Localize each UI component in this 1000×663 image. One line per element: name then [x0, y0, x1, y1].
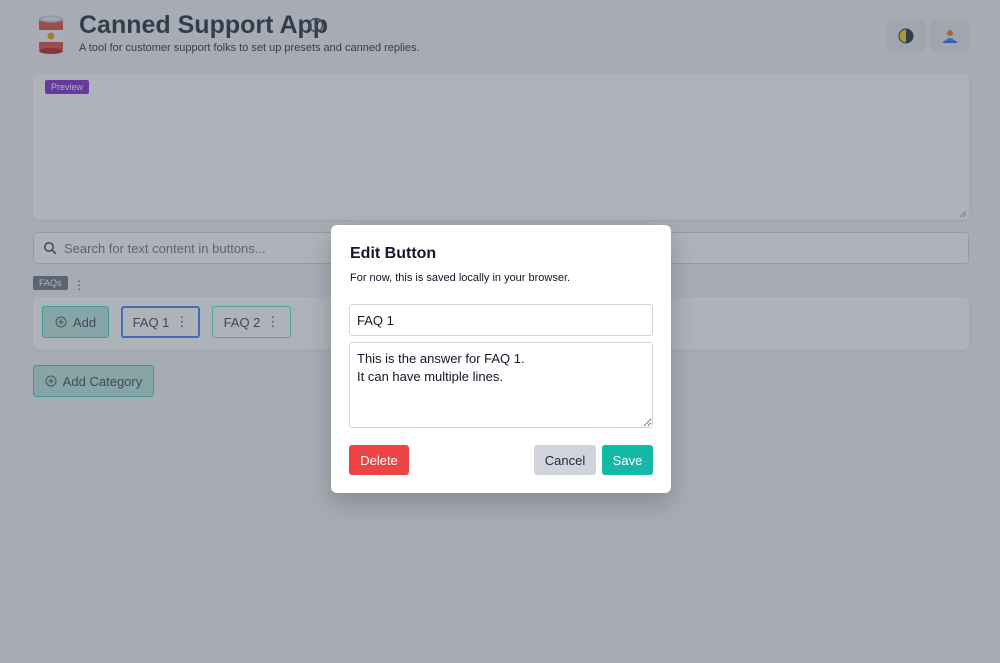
delete-button[interactable]: Delete — [349, 445, 409, 475]
save-button[interactable]: Save — [602, 445, 653, 475]
button-content-textarea[interactable]: This is the answer for FAQ 1. It can hav… — [349, 342, 653, 428]
button-label-input[interactable] — [349, 304, 653, 336]
edit-button-modal: Edit Button For now, this is saved local… — [331, 225, 671, 493]
modal-description: For now, this is saved locally in your b… — [350, 272, 571, 284]
cancel-button[interactable]: Cancel — [534, 445, 596, 475]
modal-title: Edit Button — [350, 245, 437, 262]
